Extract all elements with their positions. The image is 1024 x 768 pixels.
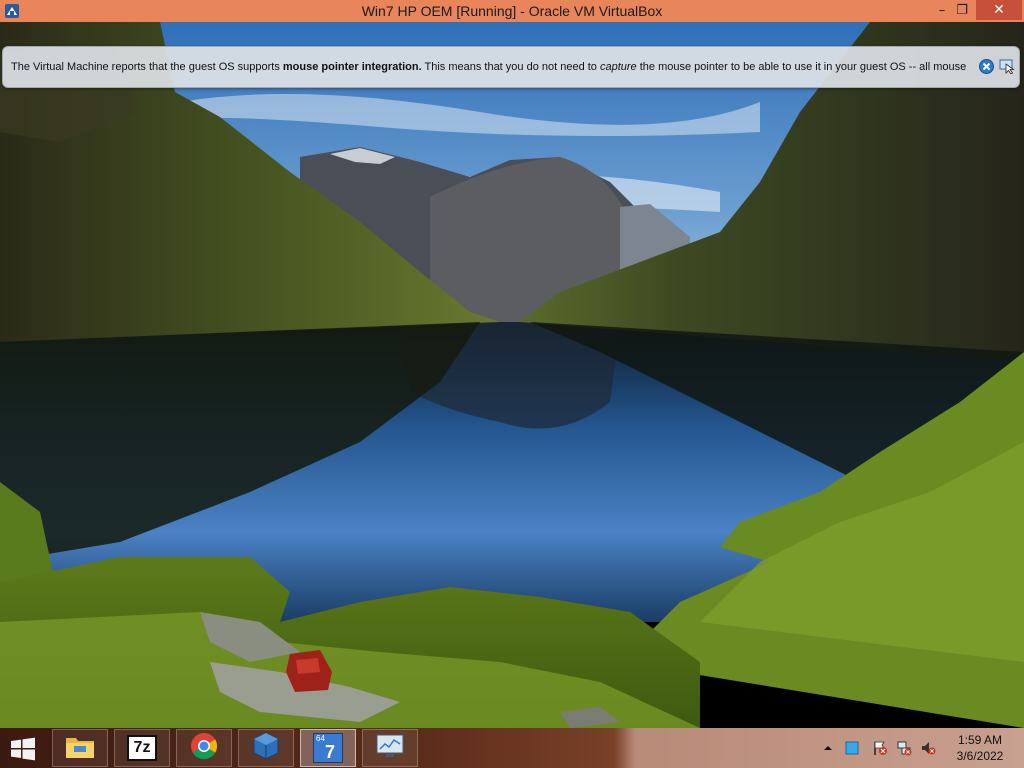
desktop-wallpaper (0, 22, 1024, 728)
clock-time: 1:59 AM (957, 733, 1003, 747)
mouse-integration-banner: The Virtual Machine reports that the gue… (2, 46, 1020, 88)
taskbar-item-virtualbox[interactable] (238, 729, 294, 767)
taskbar-item-file-explorer[interactable] (52, 729, 108, 767)
windows-start-icon[interactable] (8, 736, 38, 762)
chrome-icon (189, 731, 219, 765)
vm-display[interactable]: The Virtual Machine reports that the gue… (0, 22, 1024, 728)
show-hidden-icons-icon[interactable] (820, 740, 836, 756)
window-title: Win7 HP OEM [Running] - Oracle VM Virtua… (361, 3, 663, 19)
taskbar-item-windows7-vm[interactable]: 64 7 (300, 729, 356, 767)
network-icon[interactable] (896, 740, 912, 756)
taskbar: 7z 64 7 1:59 AM 3/6/2022 (0, 728, 1024, 768)
virtualbox-icon (251, 731, 281, 765)
banner-message: The Virtual Machine reports that the gue… (11, 61, 967, 73)
win7-vm-icon: 64 7 (313, 733, 343, 763)
mouse-integration-icon[interactable] (999, 58, 1015, 74)
clock-date: 3/6/2022 (956, 749, 1004, 763)
volume-muted-icon[interactable] (920, 740, 936, 756)
title-bar[interactable]: Win7 HP OEM [Running] - Oracle VM Virtua… (0, 0, 1024, 22)
7zip-icon: 7z (127, 735, 157, 761)
virtualbox-tray-icon[interactable] (844, 740, 860, 756)
action-center-flag-icon[interactable] (872, 740, 888, 756)
close-button[interactable]: ✕ (976, 0, 1022, 20)
close-banner-icon[interactable] (979, 59, 994, 74)
folder-icon (64, 732, 96, 764)
taskbar-item-chrome[interactable] (176, 729, 232, 767)
taskbar-clock[interactable]: 1:59 AM 3/6/2022 (944, 732, 1016, 764)
monitor-icon (375, 732, 405, 764)
taskbar-item-system-monitor[interactable] (362, 729, 418, 767)
maximize-button[interactable]: ❐ (948, 0, 976, 20)
taskbar-item-7zip[interactable]: 7z (114, 729, 170, 767)
